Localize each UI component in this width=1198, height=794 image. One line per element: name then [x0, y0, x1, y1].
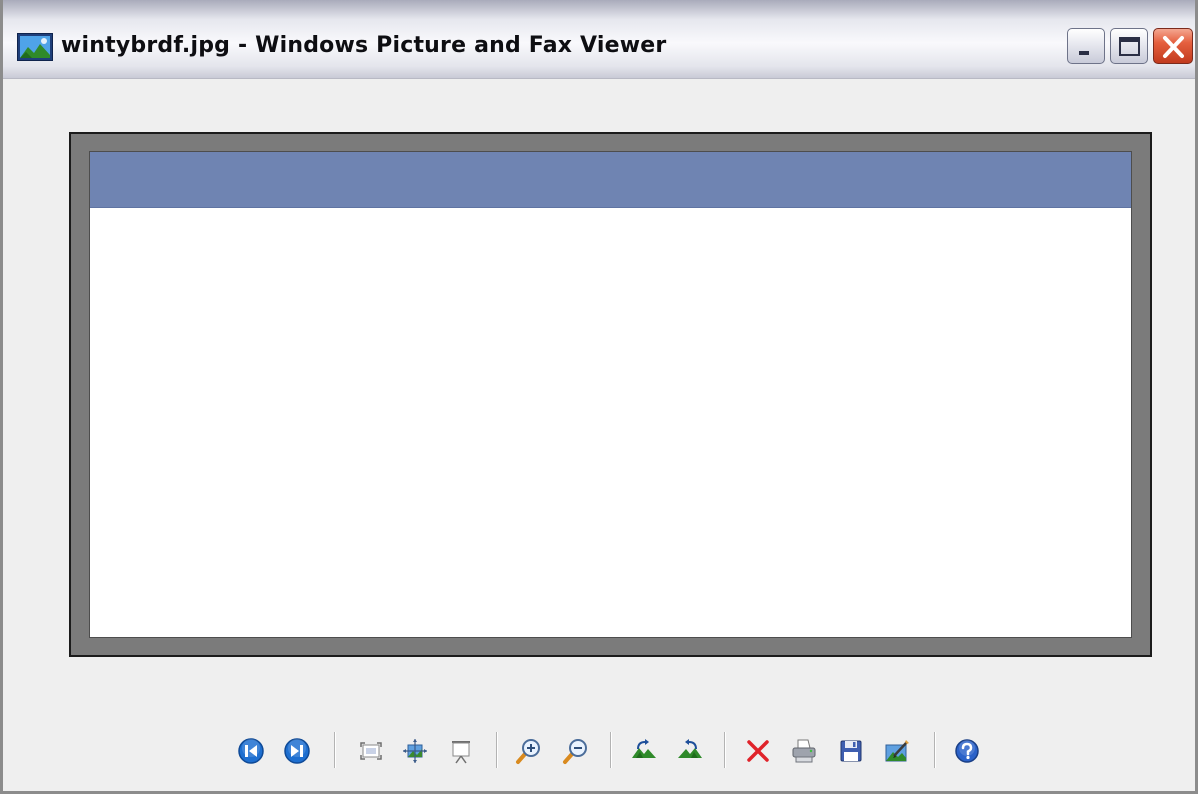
image-frame [69, 132, 1152, 657]
rotate-clockwise-icon[interactable] [629, 736, 659, 766]
title-bar[interactable]: wintybrdf.jpg - Windows Picture and Fax … [3, 0, 1195, 79]
image-header-band [90, 152, 1131, 208]
maximize-button[interactable] [1110, 28, 1148, 64]
zoom-out-icon[interactable] [560, 736, 590, 766]
delete-icon[interactable] [743, 736, 773, 766]
previous-icon[interactable] [236, 736, 266, 766]
toolbar-separator [610, 732, 612, 768]
toolbar-separator [334, 732, 336, 768]
maximize-icon [1119, 37, 1140, 56]
minimize-button[interactable] [1067, 28, 1105, 64]
window-title: wintybrdf.jpg - Windows Picture and Fax … [61, 33, 667, 58]
save-icon[interactable] [836, 736, 866, 766]
toolbar-separator [724, 732, 726, 768]
toolbar-separator [496, 732, 498, 768]
slide-show-icon[interactable] [446, 736, 476, 766]
edit-icon[interactable] [882, 736, 912, 766]
actual-size-icon[interactable] [400, 736, 430, 766]
picture-viewer-window: wintybrdf.jpg - Windows Picture and Fax … [0, 0, 1198, 794]
picture-viewer-icon [17, 33, 53, 61]
toolbar-separator [934, 732, 936, 768]
next-icon[interactable] [282, 736, 312, 766]
close-button[interactable] [1153, 28, 1193, 64]
help-icon[interactable] [952, 736, 982, 766]
displayed-image [89, 151, 1132, 638]
best-fit-icon[interactable] [356, 736, 386, 766]
minimize-icon [1079, 51, 1089, 55]
print-icon[interactable] [789, 736, 819, 766]
zoom-in-icon[interactable] [513, 736, 543, 766]
rotate-counterclockwise-icon[interactable] [675, 736, 705, 766]
viewer-toolbar [3, 722, 1195, 778]
close-icon [1163, 36, 1184, 58]
